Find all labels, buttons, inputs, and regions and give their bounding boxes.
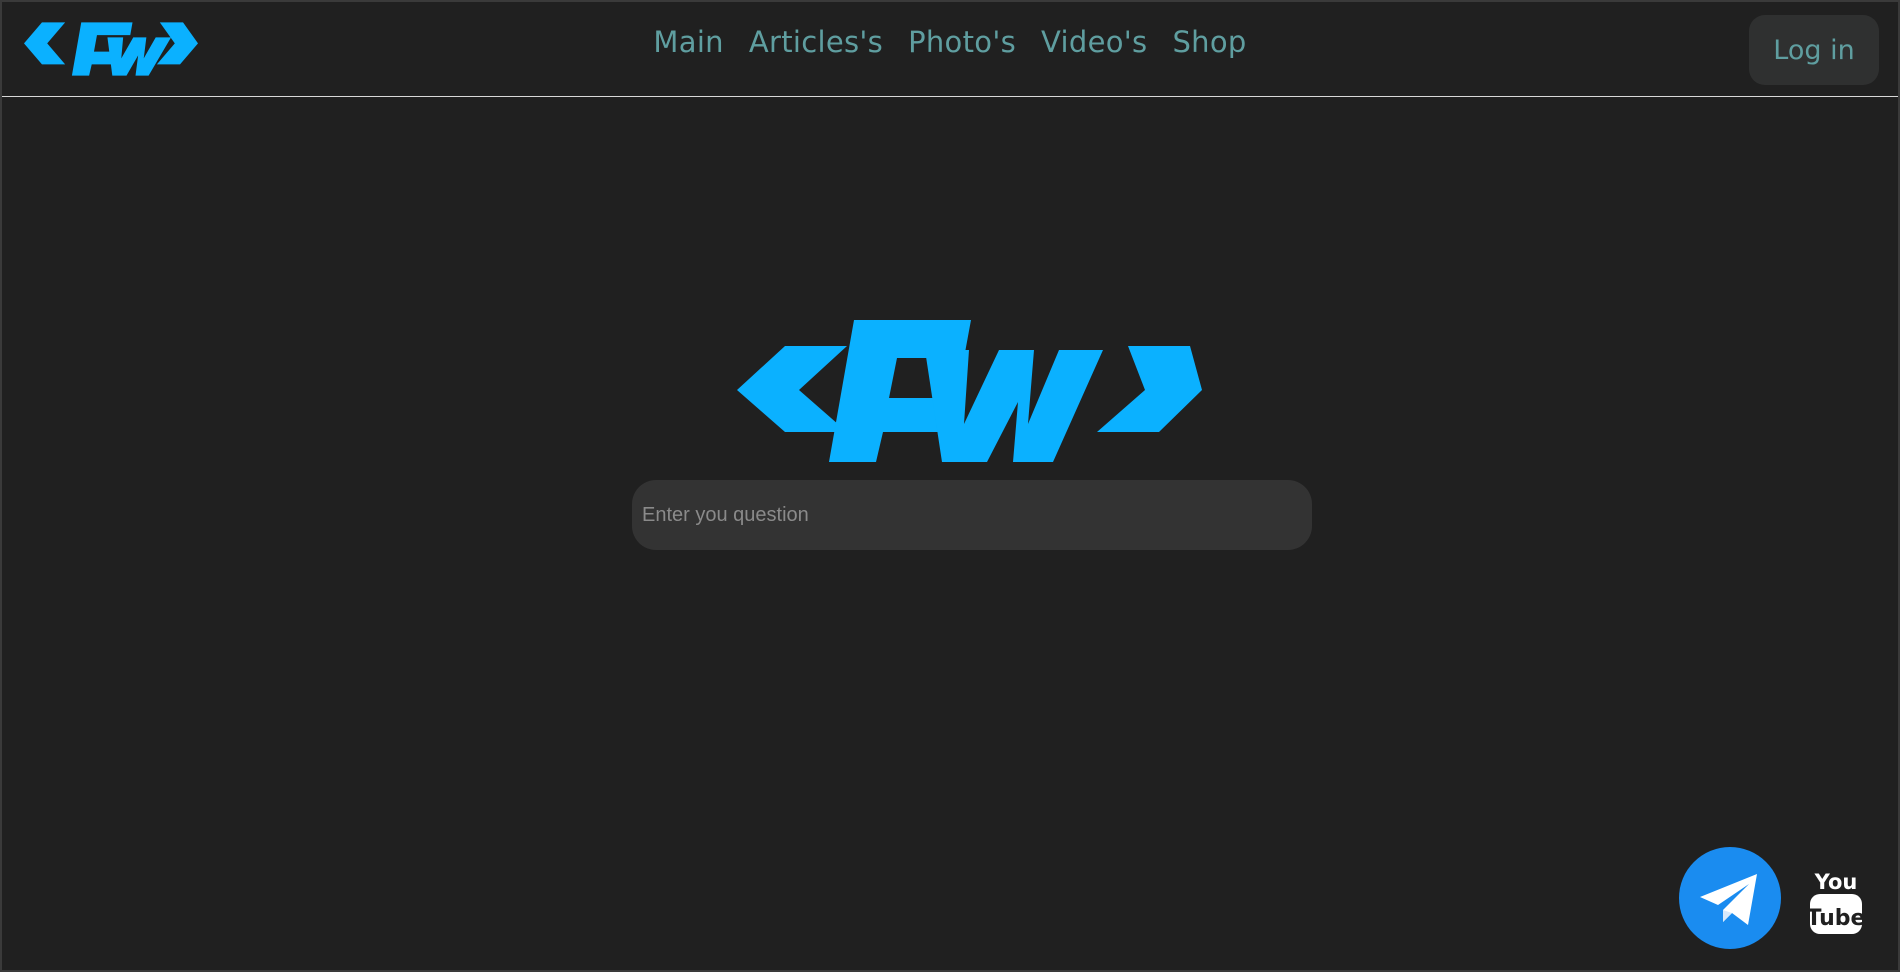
nav-articles[interactable]: Articles's <box>749 25 883 59</box>
main-nav: Main Articles's Photo's Video's Shop <box>2 25 1898 59</box>
nav-videos[interactable]: Video's <box>1041 25 1147 59</box>
telegram-icon <box>1700 874 1757 925</box>
logo-large <box>737 320 1202 462</box>
search-input[interactable] <box>632 480 1312 550</box>
nav-photos[interactable]: Photo's <box>908 25 1016 59</box>
youtube-icon[interactable]: You Tube <box>1809 867 1863 935</box>
youtube-top-text: You <box>1814 870 1858 894</box>
youtube-bottom-text: Tube <box>1809 906 1863 931</box>
header: Main Articles's Photo's Video's Shop Log… <box>2 2 1898 97</box>
nav-shop[interactable]: Shop <box>1172 25 1246 59</box>
app-frame: Main Articles's Photo's Video's Shop Log… <box>0 0 1900 972</box>
nav-main[interactable]: Main <box>653 25 723 59</box>
login-button[interactable]: Log in <box>1749 15 1879 85</box>
telegram-button[interactable] <box>1679 847 1781 949</box>
